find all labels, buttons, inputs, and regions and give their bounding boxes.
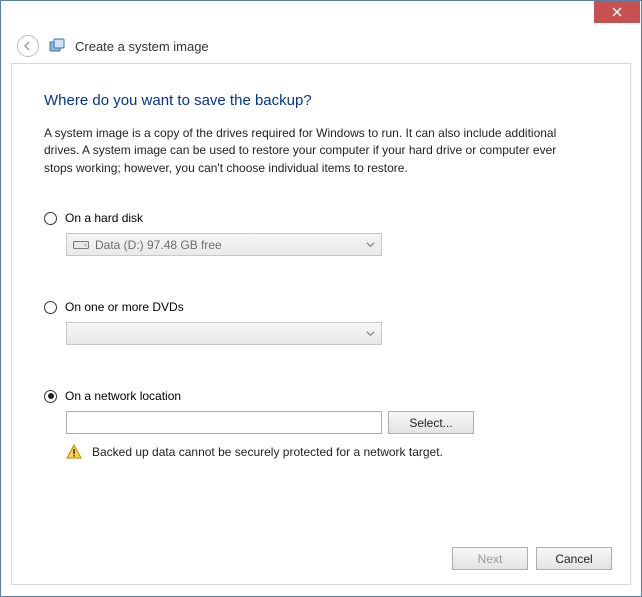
hard-disk-selected: Data (D:) 97.48 GB free	[95, 238, 222, 252]
page-description: A system image is a copy of the drives r…	[44, 125, 584, 177]
network-path-input[interactable]	[66, 411, 382, 434]
radio-network[interactable]	[44, 390, 57, 403]
wizard-header: Create a system image	[1, 29, 641, 63]
label-dvd[interactable]: On one or more DVDs	[65, 300, 184, 314]
back-arrow-icon	[23, 41, 33, 51]
close-icon	[612, 7, 622, 17]
hard-disk-dropdown[interactable]: Data (D:) 97.48 GB free	[66, 233, 382, 256]
select-button[interactable]: Select...	[388, 411, 474, 434]
drive-icon	[73, 239, 89, 251]
chevron-down-icon	[366, 238, 375, 252]
warning-icon	[66, 444, 82, 460]
cancel-button[interactable]: Cancel	[536, 547, 612, 570]
page-heading: Where do you want to save the backup?	[44, 92, 598, 109]
radio-hard-disk[interactable]	[44, 212, 57, 225]
network-warning-row: Backed up data cannot be securely protec…	[66, 444, 598, 460]
label-hard-disk[interactable]: On a hard disk	[65, 211, 143, 225]
close-button[interactable]	[594, 1, 640, 23]
next-button[interactable]: Next	[452, 547, 528, 570]
titlebar	[1, 1, 641, 29]
option-network: On a network location Select... Backed u…	[44, 389, 598, 460]
content-frame: Where do you want to save the backup? A …	[11, 63, 631, 585]
option-hard-disk: On a hard disk Data (D:) 97.48 GB free	[44, 211, 598, 256]
network-warning-text: Backed up data cannot be securely protec…	[92, 445, 443, 459]
chevron-down-icon	[366, 327, 375, 341]
back-button[interactable]	[17, 35, 39, 57]
dvd-dropdown[interactable]	[66, 322, 382, 345]
system-image-icon	[49, 38, 65, 54]
wizard-title: Create a system image	[75, 39, 209, 54]
label-network[interactable]: On a network location	[65, 389, 181, 403]
radio-dvd[interactable]	[44, 301, 57, 314]
option-dvd: On one or more DVDs	[44, 300, 598, 345]
footer-buttons: Next Cancel	[452, 547, 612, 570]
